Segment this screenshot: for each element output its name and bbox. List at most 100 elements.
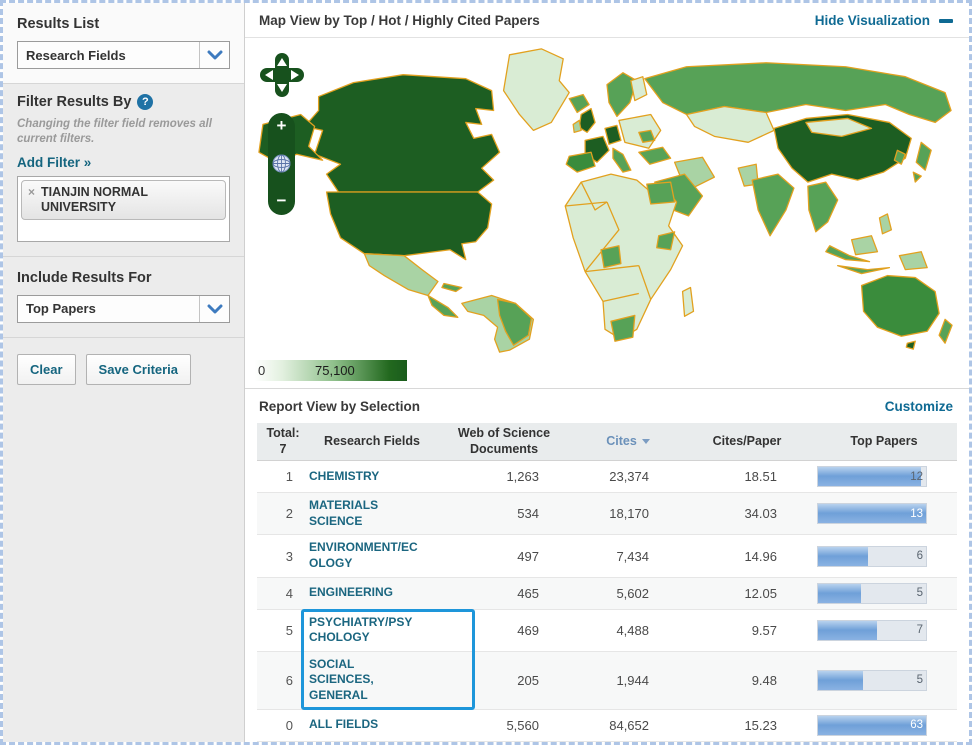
row-rank: 0 [285,717,293,733]
sort-descending-icon [641,439,650,445]
customize-link[interactable]: Customize [885,399,953,414]
zoom-out-button[interactable]: − [277,192,287,209]
help-icon[interactable]: ? [137,94,154,110]
table-row: 2 MATERIALS SCIENCE 534 18,170 34.03 13 [257,493,957,536]
top-papers-value: 63 [910,719,923,732]
top-papers-value: 5 [916,587,923,600]
documents-value: 465 [517,585,539,601]
research-field-link[interactable]: ENVIRONMENT/ECOLOGY [309,540,421,571]
row-rank: 2 [285,506,293,522]
choropleth-map [258,48,953,353]
documents-value: 469 [517,622,539,638]
top-papers-header: Top Papers [850,433,918,448]
research-field-link[interactable]: CHEMISTRY [309,469,421,485]
clear-button[interactable]: Clear [17,353,76,385]
top-papers-value: 7 [916,624,923,637]
cites-header-label: Cites [606,433,637,448]
cites-value: 84,652 [609,717,649,733]
save-criteria-button[interactable]: Save Criteria [85,353,192,385]
total-header: Total: 7 [257,426,309,457]
row-rank: 5 [285,622,293,638]
chevron-down-icon [199,42,229,68]
table-row: 3 ENVIRONMENT/ECOLOGY 497 7,434 14.96 6 [257,535,957,578]
sidebar: Results List Research Fields Filter Resu… [3,3,245,742]
top-papers-value: 6 [916,550,923,563]
world-map[interactable]: + − [245,38,969,360]
table-row: 6 SOCIAL SCIENCES, GENERAL 205 1,944 9.4… [257,651,957,710]
table-row: 5 PSYCHIATRY/PSYCHOLOGY 469 4,488 9.57 7 [257,610,957,652]
research-field-link[interactable]: MATERIALS SCIENCE [309,498,421,529]
remove-filter-icon[interactable]: × [28,185,35,200]
cites-value: 1,944 [616,672,649,688]
results-list-dropdown-value: Research Fields [26,47,126,63]
include-results-dropdown[interactable]: Top Papers [17,294,230,323]
filter-section: Filter Results By ? Changing the filter … [3,84,244,257]
table-row: 1 CHEMISTRY 1,263 23,374 18.51 12 [257,461,957,494]
documents-value: 534 [517,506,539,522]
highlighted-rows: 5 PSYCHIATRY/PSYCHOLOGY 469 4,488 9.57 7… [257,608,957,710]
top-papers-value: 12 [910,470,923,483]
cites-value: 23,374 [609,469,649,485]
documents-value: 5,560 [506,717,539,733]
main-panel: Map View by Top / Hot / Highly Cited Pap… [245,3,969,742]
cites-value: 7,434 [616,548,649,564]
zoom-control: + − [268,113,295,215]
table-header-row: Total: 7 Research Fields Web of Science … [257,423,957,462]
pan-control[interactable] [259,52,305,98]
documents-value: 205 [517,672,539,688]
report-table: Total: 7 Research Fields Web of Science … [257,423,957,742]
row-rank: 4 [285,585,293,601]
research-fields-header: Research Fields [324,433,420,448]
include-results-title: Include Results For [17,269,152,286]
top-papers-bar: 13 [817,503,927,525]
cites-per-paper-value: 14.96 [744,548,777,564]
cites-per-paper-value: 34.03 [744,506,777,522]
legend-gradient-bar: 0 75,100 [255,360,407,381]
cites-value: 18,170 [609,506,649,522]
cites-value: 5,602 [616,585,649,601]
map-header: Map View by Top / Hot / Highly Cited Pap… [245,3,969,38]
research-field-link[interactable]: ENGINEERING [309,585,421,601]
cites-header[interactable]: Cites [573,434,683,450]
report-header: Report View by Selection Customize [245,389,969,423]
hide-visualization-label: Hide Visualization [814,13,930,28]
research-field-link[interactable]: SOCIAL SCIENCES, GENERAL [309,657,421,704]
total-label: Total: [266,426,300,440]
results-list-section: Results List Research Fields [3,3,244,84]
hide-visualization-link[interactable]: Hide Visualization [815,13,953,28]
top-papers-bar: 12 [817,466,927,488]
map-title: Map View by Top / Hot / Highly Cited Pap… [259,13,540,28]
documents-value: 1,263 [506,469,539,485]
row-rank: 6 [285,672,293,688]
top-papers-bar: 63 [817,714,927,736]
collapse-icon [939,18,953,23]
research-field-link[interactable]: PSYCHIATRY/PSYCHOLOGY [309,615,421,646]
top-papers-bar: 5 [817,582,927,604]
cites-value: 4,488 [616,622,649,638]
filter-title: Filter Results By [17,94,132,110]
row-rank: 3 [285,548,293,564]
research-field-link[interactable]: ALL FIELDS [309,717,421,733]
total-value: 7 [279,441,287,456]
legend-max-value: 75,100 [315,363,355,378]
results-list-dropdown[interactable]: Research Fields [17,41,230,69]
sidebar-buttons: Clear Save Criteria [3,338,244,401]
top-papers-bar: 7 [817,619,927,641]
include-results-section: Include Results For Top Papers [3,257,244,338]
filter-list: × TIANJIN NORMAL UNIVERSITY [17,175,230,242]
cites-per-paper-value: 9.48 [751,672,777,688]
documents-value: 497 [517,548,539,564]
documents-header: Web of Science Documents [457,426,551,456]
zoom-in-button[interactable]: + [277,117,287,134]
globe-icon[interactable] [272,154,291,173]
results-list-title: Results List [17,16,100,32]
report-title: Report View by Selection [259,399,421,414]
include-results-dropdown-value: Top Papers [26,301,96,317]
top-papers-bar: 5 [817,669,927,691]
add-filter-link[interactable]: Add Filter » [17,155,91,170]
cites-per-paper-value: 18.51 [744,469,777,485]
top-papers-bar: 6 [817,545,927,567]
page: Results List Research Fields Filter Resu… [0,0,972,745]
table-row: 0 ALL FIELDS 5,560 84,652 15.23 63 [257,710,957,742]
cites-per-paper-value: 9.57 [751,622,777,638]
